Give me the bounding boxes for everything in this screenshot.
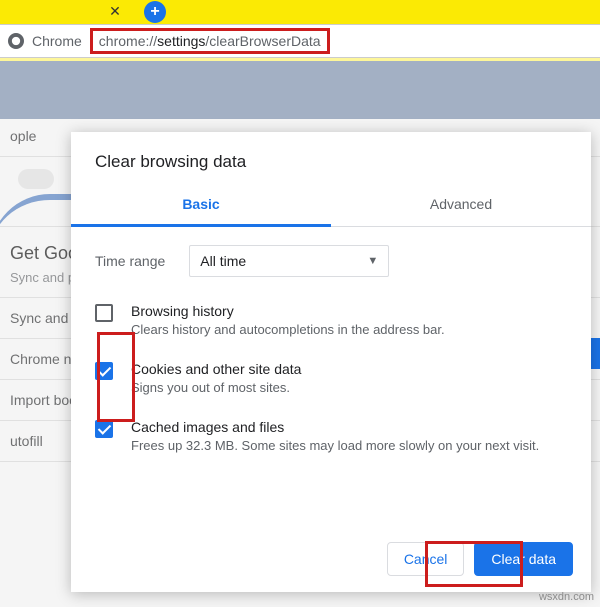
dialog-title: Clear browsing data [71,132,591,186]
option-title: Cached images and files [131,419,539,435]
option-title: Cookies and other site data [131,361,301,377]
cancel-button[interactable]: Cancel [387,542,465,576]
option-desc: Clears history and autocompletions in th… [131,322,445,337]
brand-label: Chrome [32,33,82,49]
tab-close-icon[interactable]: ✕ [106,2,124,20]
time-range-label: Time range [95,253,165,269]
option-cookies[interactable]: Cookies and other site data Signs you ou… [95,361,567,395]
time-range-value: All time [200,253,246,269]
checkbox-icon[interactable] [95,304,113,322]
option-browsing-history[interactable]: Browsing history Clears history and auto… [95,303,567,337]
address-bar: Chrome chrome://settings/clearBrowserDat… [0,24,600,58]
url-path: /clearBrowserData [205,33,320,49]
checkbox-icon[interactable] [95,362,113,380]
clear-browsing-data-dialog: Clear browsing data Basic Advanced Time … [71,132,591,592]
url-scheme: chrome:// [99,33,157,49]
option-cached[interactable]: Cached images and files Frees up 32.3 MB… [95,419,567,453]
time-range-select[interactable]: All time ▼ [189,245,389,277]
tab-advanced[interactable]: Advanced [331,186,591,226]
url-host: settings [157,33,205,49]
option-desc: Frees up 32.3 MB. Some sites may load mo… [131,438,539,453]
site-info-icon[interactable] [8,33,24,49]
url-input[interactable]: chrome://settings/clearBrowserData [90,28,330,54]
option-title: Browsing history [131,303,445,319]
checkbox-icon[interactable] [95,420,113,438]
tab-basic[interactable]: Basic [71,186,331,227]
chevron-down-icon: ▼ [367,255,378,267]
clear-data-button[interactable]: Clear data [474,542,573,576]
dialog-tabs: Basic Advanced [71,186,591,227]
option-desc: Signs you out of most sites. [131,380,301,395]
watermark: wsxdn.com [539,591,594,603]
new-tab-button[interactable]: + [144,1,166,23]
